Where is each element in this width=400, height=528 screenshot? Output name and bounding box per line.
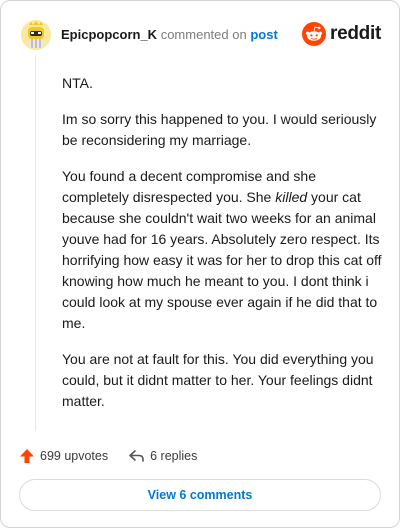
replies-button[interactable]: 6 replies [128,448,197,464]
view-comments-button[interactable]: View 6 comments [19,479,381,511]
commented-on-label: commented on [160,27,247,42]
emphasized-text: killed [275,189,308,205]
upvote-arrow-icon [20,449,34,463]
paragraph-text: your cat because she couldn't wait two w… [62,189,382,331]
comment-card: Epicpopcorn_K commented on post reddit N… [0,0,400,528]
thread-line [35,55,36,431]
reddit-wordmark: reddit [330,23,381,44]
reddit-alien-icon [302,22,327,46]
comment-paragraph: NTA. [62,75,93,91]
replies-count: 6 replies [150,449,198,463]
user-avatar[interactable] [21,20,51,50]
comment-paragraph: You found a decent compromise and she co… [62,166,382,334]
popcorn-avatar-icon [21,20,51,50]
author-username[interactable]: Epicpopcorn_K [61,27,157,42]
post-link[interactable]: post [250,27,277,42]
upvote-count: 699 upvotes [40,449,109,463]
comment-header: Epicpopcorn_K commented on post reddit [21,19,381,51]
reddit-logo[interactable]: reddit [302,22,381,46]
comment-body: NTA. Im so sorry this happened to you. I… [62,73,382,427]
comment-paragraph: Im so sorry this happened to you. I woul… [62,111,377,148]
comment-paragraph: You are not at fault for this. You did e… [62,351,374,409]
comment-footer: 699 upvotes 6 replies [19,445,197,467]
upvote-button[interactable]: 699 upvotes [19,448,108,464]
reply-arrow-icon [129,450,144,462]
comment-meta: Epicpopcorn_K commented on post [61,27,278,43]
